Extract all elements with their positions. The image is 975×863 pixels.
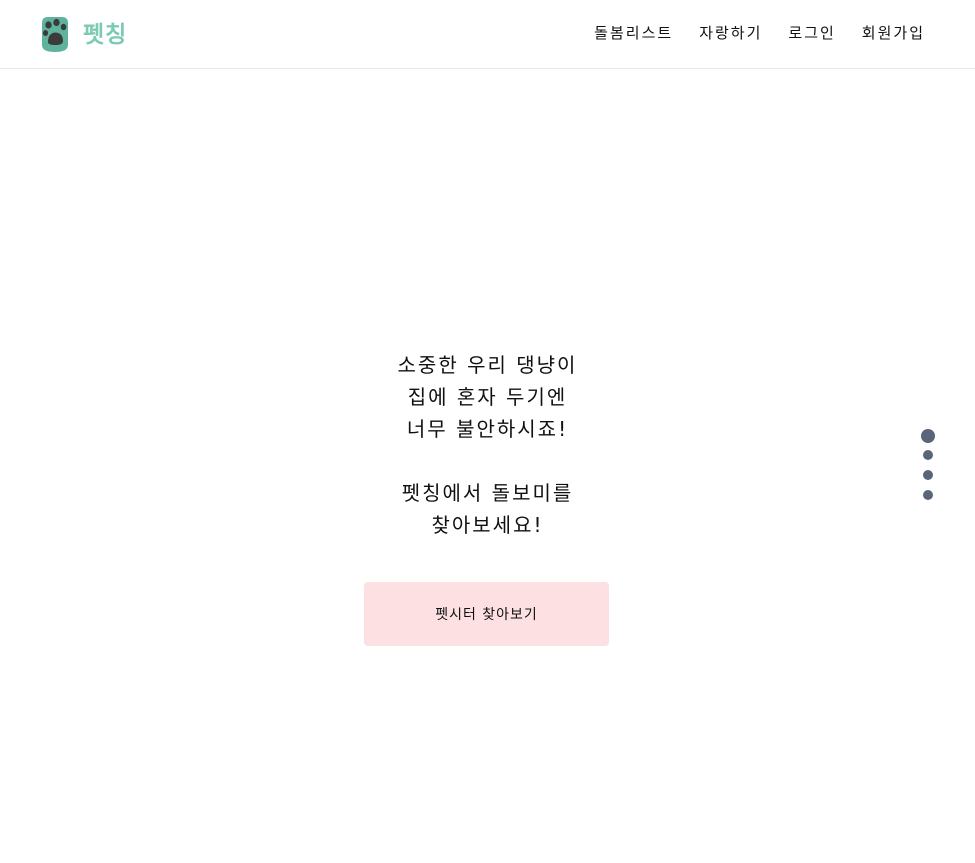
nav-item-show-off[interactable]: 자랑하기 [699,22,762,43]
brand-name: 펫칭 [83,22,128,48]
pagination-dot-1[interactable] [921,429,935,443]
section-pagination [921,429,935,510]
nav-item-signup[interactable]: 회원가입 [862,22,925,43]
pagination-dot-3[interactable] [923,470,933,480]
pagination-dot-4[interactable] [923,490,933,500]
hero-line: 소중한 우리 댕냥이 [397,353,578,377]
nav-item-care-list[interactable]: 돌봄리스트 [594,22,673,43]
page: 펫칭 돌봄리스트 자랑하기 로그인 회원가입 소중한 우리 댕냥이 집에 혼자 … [0,0,975,863]
hero-line: 찾아보세요! [431,513,544,537]
hero-spacer [0,445,975,477]
hero-text: 소중한 우리 댕냥이 집에 혼자 두기엔 너무 불안하시죠! 펫칭에서 돌보미를… [0,349,975,541]
top-header: 펫칭 돌봄리스트 자랑하기 로그인 회원가입 [0,0,975,69]
nav-item-login[interactable]: 로그인 [788,22,835,43]
pagination-dot-2[interactable] [923,450,933,460]
logo-link[interactable]: 펫칭 [38,14,127,54]
paw-icon [42,17,68,52]
find-petsitter-button[interactable]: 펫시터 찾아보기 [364,582,609,646]
hero-line: 펫칭에서 돌보미를 [401,481,574,505]
hero-line: 너무 불안하시죠! [406,417,569,441]
hero-line: 집에 혼자 두기엔 [407,385,568,409]
main-nav: 돌봄리스트 자랑하기 로그인 회원가입 [568,22,925,43]
